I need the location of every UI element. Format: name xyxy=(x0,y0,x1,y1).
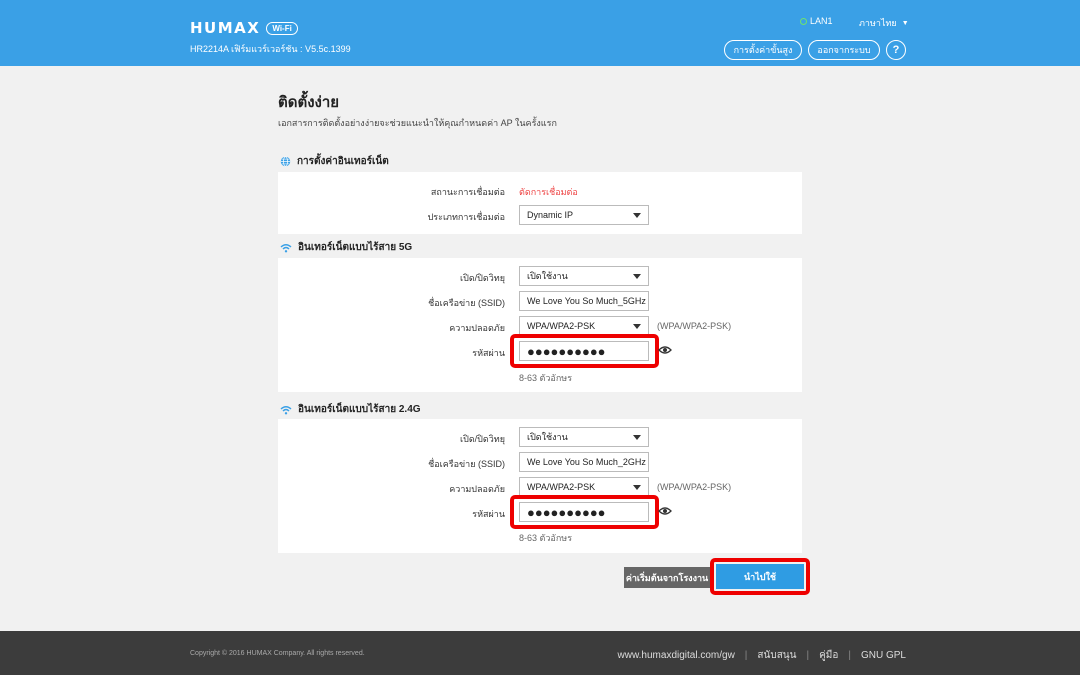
humax-logo[interactable]: HUMAX Wi-Fi xyxy=(190,19,298,37)
divider: | xyxy=(806,650,810,661)
lan-label: LAN1 xyxy=(810,16,833,26)
security-24g-hint: (WPA/WPA2-PSK) xyxy=(657,482,732,492)
security-5g-value: WPA/WPA2-PSK xyxy=(527,321,596,331)
security-5g-label: ความปลอดภัย xyxy=(449,323,505,333)
globe-icon xyxy=(280,156,291,167)
dropdown-arrow-icon xyxy=(633,274,641,279)
wifi-24g-section-heading: อินเทอร์เน็ตแบบไร้สาย 2.4G xyxy=(280,402,421,417)
factory-reset-button[interactable]: ค่าเริ่มต้นจากโรงงาน xyxy=(624,567,710,588)
language-label: ภาษาไทย xyxy=(859,18,897,28)
connection-type-label: ประเภทการเชื่อมต่อ xyxy=(427,212,505,222)
divider: | xyxy=(848,650,851,661)
password-5g-label: รหัสผ่าน xyxy=(472,348,505,358)
connection-type-value: Dynamic IP xyxy=(527,210,574,220)
connection-type-select[interactable]: Dynamic IP xyxy=(519,205,649,225)
security-24g-label: ความปลอดภัย xyxy=(449,484,505,494)
apply-highlight xyxy=(710,558,810,595)
footer: Copyright © 2016 HUMAX Company. All righ… xyxy=(0,631,1080,675)
caret-down-icon: ▼ xyxy=(901,19,909,27)
password-24g-label: รหัสผ่าน xyxy=(472,509,505,519)
lan-status: LAN1 xyxy=(800,16,833,26)
internet-section-heading: การตั้งค่าอินเทอร์เน็ต xyxy=(280,154,389,169)
wifi-5g-heading-label: อินเทอร์เน็ตแบบไร้สาย 5G xyxy=(298,242,413,253)
dropdown-arrow-icon xyxy=(633,213,641,218)
eye-icon[interactable] xyxy=(658,345,672,355)
security-5g-hint: (WPA/WPA2-PSK) xyxy=(657,321,732,331)
wifi-24g-heading-label: อินเทอร์เน็ตแบบไร้สาย 2.4G xyxy=(298,404,421,415)
radio-24g-select[interactable]: เปิดใช้งาน xyxy=(519,427,649,447)
password-24g-highlight xyxy=(510,495,659,529)
wifi-icon xyxy=(280,405,292,414)
ssid-5g-input[interactable]: We Love You So Much_5GHz xyxy=(519,291,649,311)
lan-status-icon xyxy=(800,17,807,25)
divider: | xyxy=(744,650,748,661)
wifi-badge: Wi-Fi xyxy=(266,21,298,35)
language-select[interactable]: ภาษาไทย ▼ xyxy=(859,16,909,30)
ssid-24g-label: ชื่อเครือข่าย (SSID) xyxy=(428,459,505,469)
wifi-5g-section-heading: อินเทอร์เน็ตแบบไร้สาย 5G xyxy=(280,240,412,255)
website-link[interactable]: www.humaxdigital.com/gw xyxy=(618,650,735,661)
copyright-text: Copyright © 2016 HUMAX Company. All righ… xyxy=(190,650,365,657)
security-24g-select[interactable]: WPA/WPA2-PSK xyxy=(519,477,649,497)
brand-name: HUMAX xyxy=(190,19,261,37)
dropdown-arrow-icon xyxy=(633,324,641,329)
connection-status-value: ตัดการเชื่อมต่อ xyxy=(519,187,578,197)
password-24g-hint: 8-63 ตัวอักษร xyxy=(519,533,573,543)
advanced-settings-button[interactable]: การตั้งค่าขั้นสูง xyxy=(724,40,802,60)
page-description: เอกสารการติดตั้งอย่างง่ายจะช่วยแนะนำให้ค… xyxy=(278,118,557,128)
radio-5g-select[interactable]: เปิดใช้งาน xyxy=(519,266,649,286)
connection-status-label: สถานะการเชื่อมต่อ xyxy=(430,187,505,197)
top-header: HUMAX Wi-Fi HR2214A เฟิร์มแวร์เวอร์ชัน :… xyxy=(0,0,1080,66)
password-5g-hint: 8-63 ตัวอักษร xyxy=(519,373,573,383)
ssid-24g-input[interactable]: We Love You So Much_2GHz xyxy=(519,452,649,472)
page-title: ติดตั้งง่าย xyxy=(278,94,340,111)
eye-icon[interactable] xyxy=(658,506,672,516)
radio-5g-value: เปิดใช้งาน xyxy=(527,271,568,281)
help-icon[interactable]: ? xyxy=(886,40,906,60)
password-5g-highlight xyxy=(510,334,659,368)
model-firmware-label: HR2214A เฟิร์มแวร์เวอร์ชัน : V5.5c.1399 xyxy=(190,44,351,54)
radio-24g-label: เปิด/ปิดวิทยุ xyxy=(460,434,505,444)
security-24g-value: WPA/WPA2-PSK xyxy=(527,482,596,492)
logout-button[interactable]: ออกจากระบบ xyxy=(808,40,880,60)
internet-heading-label: การตั้งค่าอินเทอร์เน็ต xyxy=(297,156,389,167)
radio-5g-label: เปิด/ปิดวิทยุ xyxy=(460,273,505,283)
security-5g-select[interactable]: WPA/WPA2-PSK xyxy=(519,316,649,336)
support-link[interactable]: สนับสนุน xyxy=(757,648,796,663)
radio-24g-value: เปิดใช้งาน xyxy=(527,432,568,442)
dropdown-arrow-icon xyxy=(633,485,641,490)
footer-links: www.humaxdigital.com/gw | สนับสนุน | คู่… xyxy=(618,648,906,663)
manual-link[interactable]: คู่มือ xyxy=(819,648,838,663)
ssid-5g-label: ชื่อเครือข่าย (SSID) xyxy=(428,298,505,308)
dropdown-arrow-icon xyxy=(633,435,641,440)
wifi-icon xyxy=(280,243,292,252)
gpl-link[interactable]: GNU GPL xyxy=(861,650,906,661)
